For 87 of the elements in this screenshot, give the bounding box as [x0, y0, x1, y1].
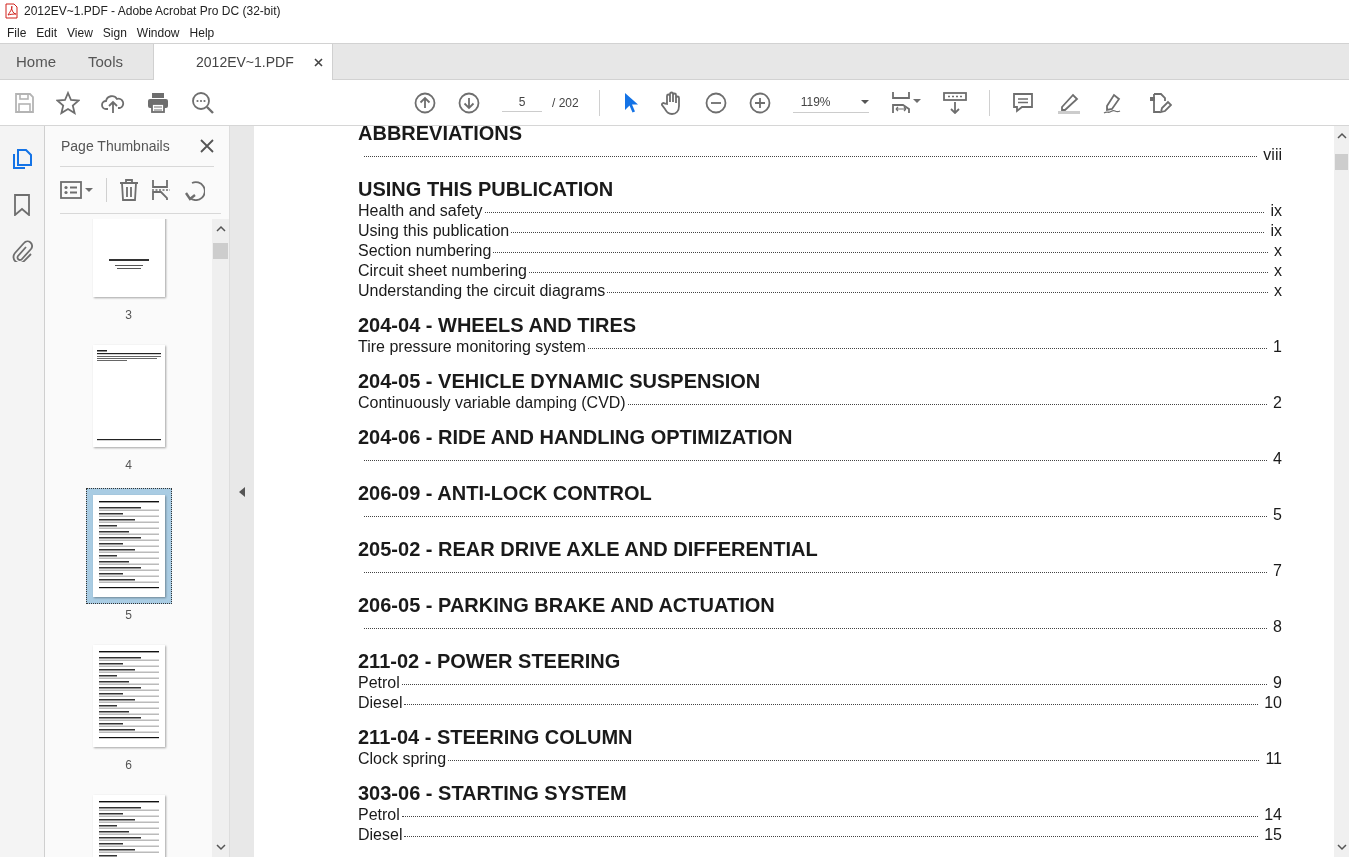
- page-number[interactable]: ix: [1270, 221, 1282, 241]
- tab[interactable]: Tools: [72, 44, 140, 79]
- highlighter-icon[interactable]: [1055, 91, 1080, 114]
- toc-entry[interactable]: Petrol: [358, 805, 400, 825]
- paperclip-icon[interactable]: [11, 240, 33, 262]
- section-heading: USING THIS PUBLICATION: [358, 177, 615, 201]
- menu-item[interactable]: File: [2, 25, 32, 40]
- page-number[interactable]: x: [1274, 241, 1282, 261]
- toc-entry[interactable]: Petrol: [358, 673, 400, 693]
- page-number[interactable]: viii: [1263, 145, 1282, 165]
- menu-item[interactable]: Sign: [97, 25, 132, 40]
- toc-entry[interactable]: Diesel: [358, 825, 403, 845]
- toc-entry[interactable]: Continuously variable damping (CVD): [358, 393, 626, 413]
- page-number[interactable]: x: [1274, 261, 1282, 281]
- scroll-down-icon[interactable]: [1336, 843, 1347, 851]
- thumbnail-options-icon[interactable]: [60, 181, 94, 199]
- page-number[interactable]: 14: [1264, 805, 1282, 825]
- toc-entry[interactable]: Circuit sheet numbering: [358, 261, 527, 281]
- toc-entry[interactable]: Understanding the circuit diagrams: [358, 281, 606, 301]
- page-number-label: 5: [125, 608, 132, 622]
- toc-entry[interactable]: Tire pressure monitoring system: [358, 337, 586, 357]
- page-fit-icon[interactable]: [890, 90, 921, 115]
- page-number-label: 3: [125, 308, 132, 322]
- trash-icon[interactable]: [119, 179, 139, 201]
- window-title: 2012EV~1.PDF - Adobe Acrobat Pro DC (32-bit): [24, 4, 281, 18]
- section-heading: 206-09 - ANTI-LOCK CONTROL: [358, 481, 653, 505]
- bookmark-icon[interactable]: [13, 194, 31, 216]
- pages-icon[interactable]: [11, 148, 33, 170]
- section-heading: 303-06 - STARTING SYSTEM: [358, 781, 628, 805]
- page-number[interactable]: 5: [1273, 505, 1282, 525]
- pdf-app-icon: [4, 3, 19, 19]
- page-number-label: 4: [125, 458, 132, 472]
- collapse-arrow-icon[interactable]: [239, 486, 245, 497]
- caret-icon: [860, 100, 869, 104]
- menu-item[interactable]: Window: [131, 25, 185, 40]
- section-heading: 204-06 - RIDE AND HANDLING OPTIMIZATION: [358, 425, 794, 449]
- scroll-down-icon[interactable]: [215, 843, 226, 851]
- insert-page-icon[interactable]: [151, 179, 171, 201]
- star-icon[interactable]: [56, 90, 80, 115]
- page-number[interactable]: 8: [1273, 617, 1282, 637]
- menu-item[interactable]: Edit: [31, 25, 63, 40]
- hand-icon[interactable]: [660, 90, 683, 115]
- page-number[interactable]: 2: [1273, 393, 1282, 413]
- page-number[interactable]: 10: [1264, 693, 1282, 713]
- toc-entry[interactable]: Using this publication: [358, 221, 510, 241]
- section-heading: 206-05 - PARKING BRAKE AND ACTUATION: [358, 593, 776, 617]
- panel-title: Page Thumbnails: [61, 138, 170, 154]
- zoom-out-icon[interactable]: [704, 91, 727, 114]
- menu-item[interactable]: View: [62, 25, 98, 40]
- menu-item[interactable]: Help: [184, 25, 220, 40]
- scrollbar-thumb[interactable]: [1335, 154, 1348, 170]
- page-number[interactable]: 4: [1273, 449, 1282, 469]
- section-heading: ABBREVIATIONS: [358, 126, 524, 145]
- page-number[interactable]: 1: [1273, 337, 1282, 357]
- toc-entry[interactable]: Section numbering: [358, 241, 492, 261]
- tab[interactable]: 2012EV~1.PDF: [153, 44, 334, 80]
- close-icon[interactable]: [200, 139, 214, 153]
- zoom-in-icon[interactable]: [748, 91, 771, 114]
- comment-icon[interactable]: [1011, 91, 1034, 114]
- page-number[interactable]: 9: [1273, 673, 1282, 693]
- close-icon[interactable]: [314, 57, 324, 67]
- rotate-icon[interactable]: [183, 179, 205, 201]
- page-number-label: 6: [125, 758, 132, 772]
- tab[interactable]: Home: [0, 44, 72, 79]
- section-heading: 211-04 - STEERING COLUMN: [358, 725, 634, 749]
- scroll-up-icon[interactable]: [215, 225, 226, 233]
- print-icon[interactable]: [146, 91, 170, 114]
- scroll-up-icon[interactable]: [1336, 132, 1347, 140]
- page-number[interactable]: 15: [1264, 825, 1282, 845]
- edit-document-icon[interactable]: [1147, 90, 1172, 115]
- toc-entry[interactable]: Clock spring: [358, 749, 447, 769]
- page-number[interactable]: 11: [1265, 749, 1282, 769]
- toc-entry[interactable]: Health and safety: [358, 201, 483, 221]
- zoom-dropdown[interactable]: 119%: [792, 92, 869, 113]
- page-number[interactable]: 7: [1273, 561, 1282, 581]
- section-heading: 205-02 - REAR DRIVE AXLE AND DIFFERENTIAL: [358, 537, 819, 561]
- toc-entry[interactable]: Diesel: [358, 693, 403, 713]
- section-heading: 211-02 - POWER STEERING: [358, 649, 622, 673]
- section-heading: 204-04 - WHEELS AND TIRES: [358, 313, 638, 337]
- search-icon[interactable]: [191, 90, 215, 115]
- page-number[interactable]: x: [1274, 281, 1282, 301]
- scrollbar-thumb[interactable]: [213, 243, 228, 259]
- scroll-mode-icon[interactable]: [942, 91, 967, 114]
- section-heading: 204-05 - VEHICLE DYNAMIC SUSPENSION: [358, 369, 762, 393]
- page-count: / 202: [552, 95, 579, 110]
- page-thumbnail[interactable]: [85, 488, 172, 604]
- page-number[interactable]: ix: [1270, 201, 1282, 221]
